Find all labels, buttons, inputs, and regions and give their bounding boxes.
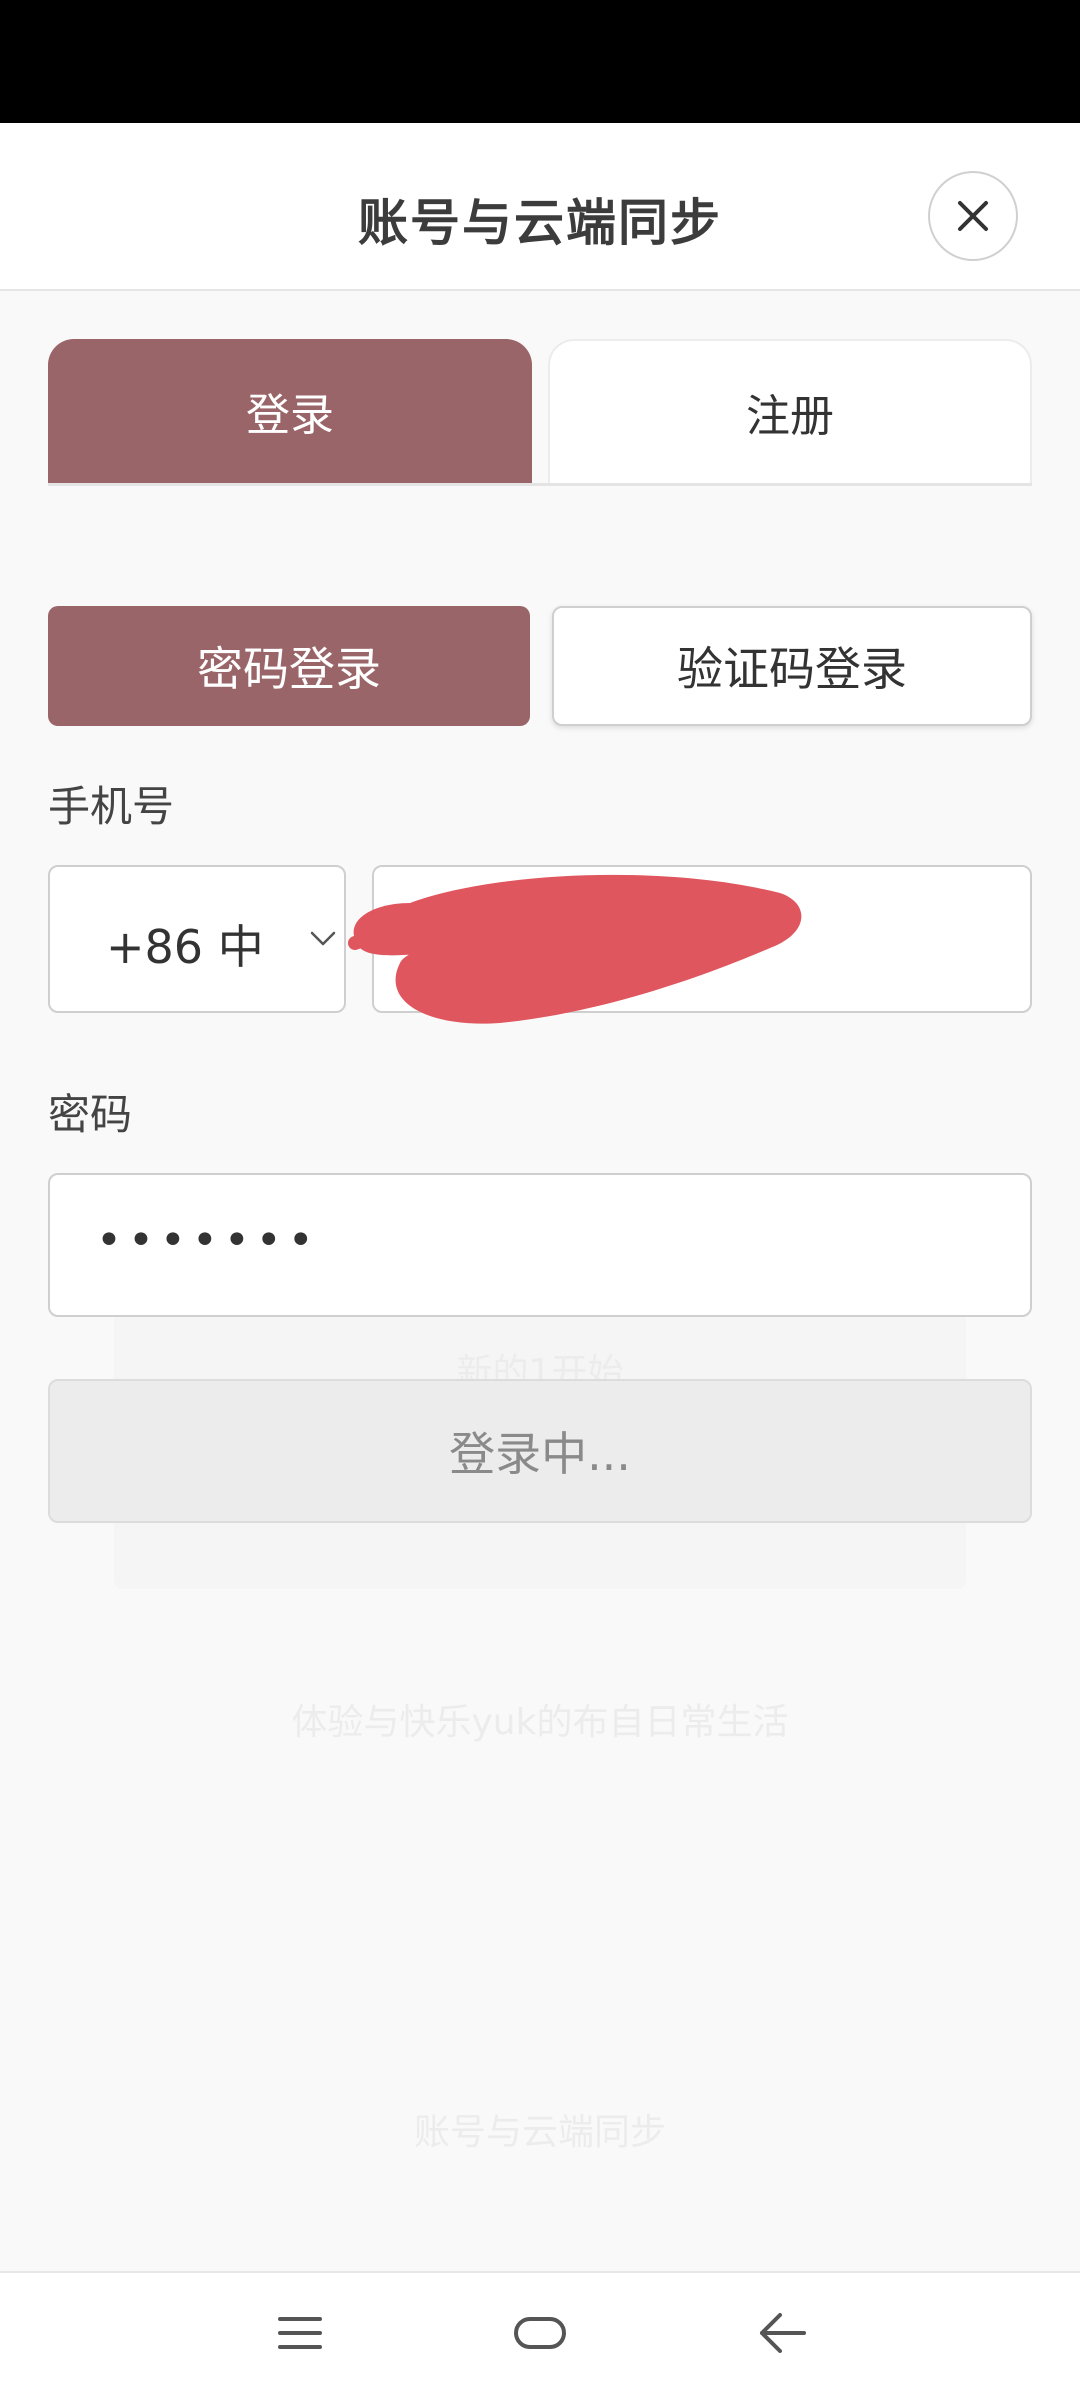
- code-login-button[interactable]: 验证码登录: [552, 606, 1032, 726]
- background-text-2: 体验与快乐yuk的布自日常生活: [291, 1702, 789, 1743]
- password-login-button[interactable]: 密码登录: [48, 606, 530, 726]
- account-sync-sheet: 新的1开始 体验与快乐yuk的布自日常生活 账号与云端同步 账号与云端同步 登录…: [0, 123, 1080, 2271]
- password-input[interactable]: •••••••: [48, 1173, 1032, 1317]
- redaction-scribble: [348, 874, 802, 1024]
- tabs-divider: [48, 483, 1032, 486]
- sheet-title: 账号与云端同步: [358, 194, 722, 252]
- sheet-header: 账号与云端同步: [0, 123, 1080, 291]
- password-label: 密码: [48, 1090, 133, 1139]
- country-code-select[interactable]: +86 中: [48, 865, 346, 1013]
- status-bar: [0, 0, 1080, 123]
- phone-label: 手机号: [48, 782, 175, 831]
- close-icon: [958, 201, 988, 231]
- menu-icon[interactable]: [276, 2309, 324, 2357]
- tab-login[interactable]: 登录: [48, 339, 532, 483]
- close-button[interactable]: [928, 171, 1018, 261]
- background-text-3: 账号与云端同步: [413, 2112, 666, 2153]
- system-nav-bar: [0, 2271, 1080, 2402]
- back-icon[interactable]: [756, 2309, 808, 2357]
- home-icon[interactable]: [512, 2309, 568, 2357]
- login-submit-button[interactable]: 登录中...: [48, 1379, 1032, 1523]
- country-code-value: +86 中: [106, 920, 264, 974]
- auth-tabs: 登录 注册: [48, 339, 1032, 485]
- tab-register[interactable]: 注册: [548, 339, 1032, 483]
- chevron-down-icon: [310, 931, 336, 946]
- password-value: •••••••: [96, 1215, 320, 1266]
